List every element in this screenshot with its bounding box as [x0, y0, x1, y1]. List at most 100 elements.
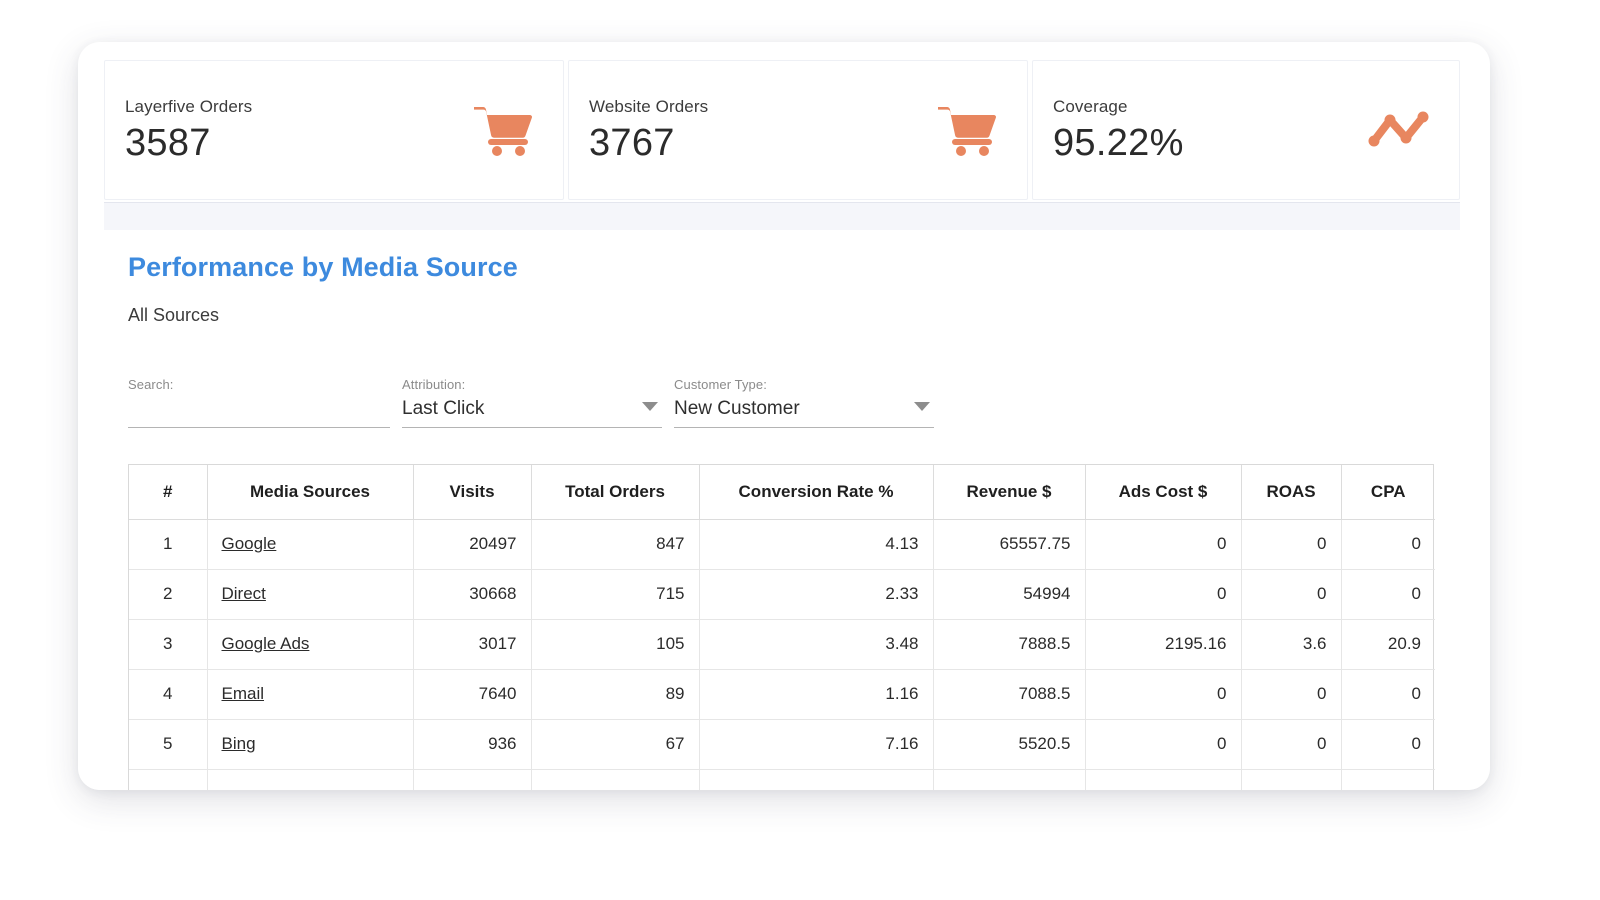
- cell-conversion-rate: 7.16: [699, 719, 934, 770]
- cell-revenue: 54994: [933, 569, 1086, 620]
- cell-index: 4: [129, 669, 208, 720]
- media-source-link[interactable]: Bing: [222, 734, 256, 753]
- cell-media-source: [207, 769, 414, 790]
- cell-index: 1: [129, 519, 208, 570]
- cell-media-source: Bing: [207, 719, 414, 770]
- cell-cpa: 0: [1341, 519, 1435, 570]
- shopping-cart-icon: [931, 99, 1003, 161]
- attribution-select[interactable]: Attribution: Last Click: [402, 370, 662, 428]
- cell-cpa: [1341, 769, 1435, 790]
- column-header-total-orders[interactable]: Total Orders: [531, 465, 700, 520]
- column-header-index[interactable]: #: [129, 465, 208, 520]
- cell-total-orders: 105: [531, 619, 700, 670]
- cell-cpa: 0: [1341, 569, 1435, 620]
- cell-revenue: 5520.5: [933, 719, 1086, 770]
- table-row: 1 Google 20497 847 4.13 65557.75 0 0 0: [129, 519, 1435, 570]
- kpi-text: Website Orders 3767: [589, 96, 931, 163]
- cell-cpa: 0: [1341, 719, 1435, 770]
- column-header-roas[interactable]: ROAS: [1241, 465, 1342, 520]
- kpi-card-layerfive-orders: Layerfive Orders 3587: [104, 60, 564, 200]
- cell-conversion-rate: 3.48: [699, 619, 934, 670]
- cell-visits: 7640: [413, 669, 532, 720]
- cell-revenue: 65557.75: [933, 519, 1086, 570]
- dashboard-panel: Layerfive Orders 3587 Website Orders 376…: [78, 42, 1490, 790]
- attribution-label: Attribution:: [402, 377, 466, 392]
- customer-type-select[interactable]: Customer Type: New Customer: [674, 370, 934, 428]
- table-row: 3 Google Ads 3017 105 3.48 7888.5 2195.1…: [129, 619, 1435, 670]
- kpi-value: 3767: [589, 121, 675, 164]
- search-field[interactable]: Search:: [128, 370, 390, 428]
- cell-visits: 20497: [413, 519, 532, 570]
- kpi-label: Coverage: [1053, 97, 1128, 117]
- cell-roas: 3.6: [1241, 619, 1342, 670]
- cell-roas: 0: [1241, 519, 1342, 570]
- table-row: 4 Email 7640 89 1.16 7088.5 0 0 0: [129, 669, 1435, 720]
- kpi-value: 95.22%: [1053, 121, 1184, 164]
- cell-index: 2: [129, 569, 208, 620]
- cell-index: 3: [129, 619, 208, 670]
- cell-ads-cost: [1085, 769, 1242, 790]
- column-header-revenue[interactable]: Revenue $: [933, 465, 1086, 520]
- kpi-text: Coverage 95.22%: [1053, 96, 1363, 163]
- table-row: 2 Direct 30668 715 2.33 54994 0 0 0: [129, 569, 1435, 620]
- column-header-visits[interactable]: Visits: [413, 465, 532, 520]
- cell-cpa: 0: [1341, 669, 1435, 720]
- cell-media-source: Google: [207, 519, 414, 570]
- customer-type-value: New Customer: [674, 398, 800, 420]
- cell-roas: 0: [1241, 669, 1342, 720]
- cell-conversion-rate: 1.16: [699, 669, 934, 720]
- search-input[interactable]: [128, 398, 390, 423]
- media-source-link[interactable]: Direct: [222, 584, 266, 603]
- cell-ads-cost: 0: [1085, 519, 1242, 570]
- cell-media-source: Google Ads: [207, 619, 414, 670]
- cell-visits: 30668: [413, 569, 532, 620]
- kpi-card-website-orders: Website Orders 3767: [568, 60, 1028, 200]
- cell-roas: [1241, 769, 1342, 790]
- column-header-media-sources[interactable]: Media Sources: [207, 465, 414, 520]
- section-divider-band: [104, 202, 1460, 230]
- cell-revenue: [933, 769, 1086, 790]
- trend-line-icon: [1363, 99, 1435, 161]
- cell-total-orders: [531, 769, 700, 790]
- cell-conversion-rate: 2.33: [699, 569, 934, 620]
- cell-ads-cost: 0: [1085, 719, 1242, 770]
- cell-conversion-rate: [699, 769, 934, 790]
- cell-media-source: Direct: [207, 569, 414, 620]
- filters-row: Search: Attribution: Last Click Customer…: [128, 370, 1440, 428]
- customer-type-label: Customer Type:: [674, 377, 767, 392]
- app-root: Layerfive Orders 3587 Website Orders 376…: [0, 0, 1600, 900]
- column-header-cpa[interactable]: CPA: [1341, 465, 1435, 520]
- cell-visits: 936: [413, 719, 532, 770]
- cell-total-orders: 67: [531, 719, 700, 770]
- content-area: Performance by Media Source All Sources …: [78, 230, 1490, 790]
- cell-visits: [413, 769, 532, 790]
- cell-index: [129, 769, 208, 790]
- cell-visits: 3017: [413, 619, 532, 670]
- attribution-value: Last Click: [402, 398, 485, 420]
- media-source-link[interactable]: Email: [222, 684, 265, 703]
- kpi-row: Layerfive Orders 3587 Website Orders 376…: [104, 60, 1460, 200]
- page-subtitle: All Sources: [128, 305, 220, 325]
- cell-media-source: Email: [207, 669, 414, 720]
- chevron-down-icon[interactable]: [914, 402, 930, 411]
- cell-ads-cost: 2195.16: [1085, 619, 1242, 670]
- kpi-label: Website Orders: [589, 97, 709, 117]
- cell-ads-cost: 0: [1085, 569, 1242, 620]
- cell-ads-cost: 0: [1085, 669, 1242, 720]
- column-header-ads-cost[interactable]: Ads Cost $: [1085, 465, 1242, 520]
- cell-revenue: 7888.5: [933, 619, 1086, 670]
- table-body: 1 Google 20497 847 4.13 65557.75 0 0 0 2: [129, 519, 1435, 790]
- cell-total-orders: 847: [531, 519, 700, 570]
- performance-table-wrapper: # Media Sources Visits Total Orders Conv…: [128, 464, 1435, 790]
- column-header-conversion-rate[interactable]: Conversion Rate %: [699, 465, 934, 520]
- table-row: 5 Bing 936 67 7.16 5520.5 0 0 0: [129, 719, 1435, 770]
- page-title: Performance by Media Source: [128, 252, 518, 282]
- kpi-card-coverage: Coverage 95.22%: [1032, 60, 1460, 200]
- chevron-down-icon[interactable]: [642, 402, 658, 411]
- media-source-link[interactable]: Google: [222, 534, 277, 553]
- search-label: Search:: [128, 377, 174, 392]
- cell-total-orders: 89: [531, 669, 700, 720]
- media-source-link[interactable]: Google Ads: [222, 634, 310, 653]
- kpi-value: 3587: [125, 121, 211, 164]
- cell-revenue: 7088.5: [933, 669, 1086, 720]
